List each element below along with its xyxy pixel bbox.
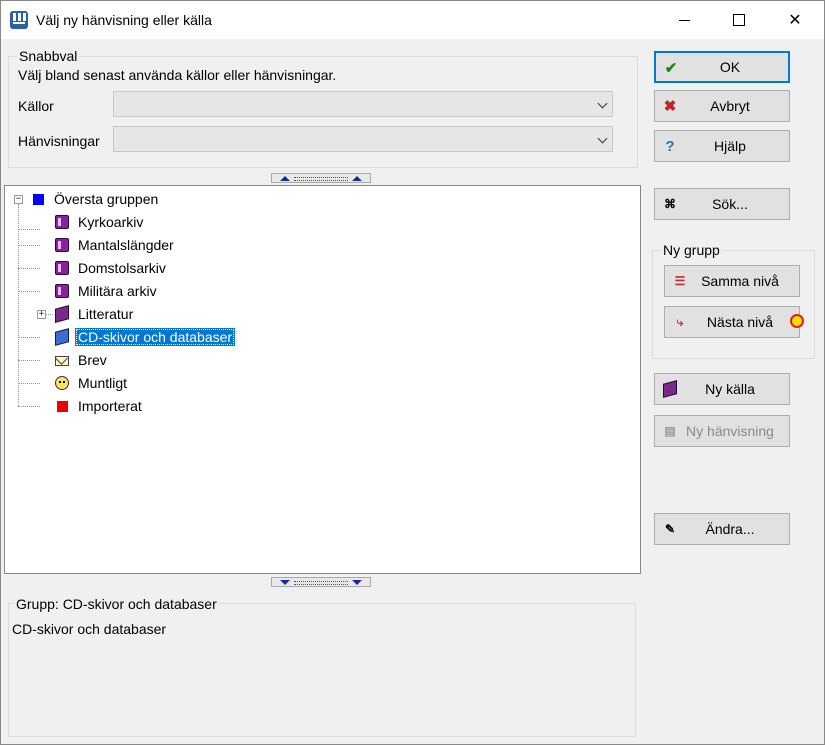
tree-line	[18, 204, 19, 406]
edit-button[interactable]: ✎ Ändra...	[654, 513, 790, 545]
cd-icon	[55, 328, 69, 346]
chevron-down-icon	[597, 133, 608, 144]
tree-node-selected[interactable]: CD-skivor och databaser	[55, 327, 236, 347]
snabbval-description: Välj bland senast använda källor eller h…	[18, 67, 337, 83]
books-icon	[55, 238, 69, 252]
tree-node[interactable]: Litteratur	[55, 304, 136, 324]
chevron-down-icon	[597, 98, 608, 109]
book-icon	[55, 305, 69, 323]
check-icon: ✔	[664, 60, 678, 77]
tree-node-label: Muntligt	[78, 375, 128, 391]
arrow-down-icon	[280, 580, 290, 585]
tree-node-label: Importerat	[78, 398, 142, 414]
tree-line	[18, 360, 40, 361]
dialog-window: Välj ny hänvisning eller källa ✕ Snabbva…	[0, 0, 825, 745]
window-title: Välj ny hänvisning eller källa	[36, 12, 212, 28]
tree-node[interactable]: Brev	[55, 350, 110, 370]
close-button[interactable]: ✕	[767, 1, 823, 39]
tree-node-label: Domstolsarkiv	[78, 260, 166, 276]
cancel-button[interactable]: ✖ Avbryt	[654, 90, 790, 122]
ny-grupp-legend: Ny grupp	[661, 242, 722, 258]
book-icon	[663, 380, 677, 398]
tree-node-label: Litteratur	[78, 306, 134, 322]
tree-node-label: Brev	[78, 352, 107, 368]
books-icon	[55, 215, 69, 229]
blue-square-icon	[33, 193, 44, 205]
tree-node-label: Mantalslängder	[78, 237, 174, 253]
close-icon: ✕	[788, 12, 802, 29]
collapse-icon[interactable]: −	[14, 195, 23, 204]
books-icon	[55, 261, 69, 275]
arrow-up-icon	[352, 176, 362, 181]
help-button[interactable]: ? Hjälp	[654, 130, 790, 162]
tree-node[interactable]: Importerat	[55, 396, 145, 416]
details-text: CD-skivor och databaser	[12, 621, 167, 637]
red-square-icon	[57, 400, 68, 412]
minimize-button[interactable]	[656, 1, 712, 39]
expand-icon[interactable]: +	[37, 310, 46, 319]
grip-icon	[294, 581, 348, 585]
envelope-icon	[55, 356, 69, 366]
same-level-icon: ☰	[674, 274, 686, 288]
tree-line	[18, 337, 40, 338]
tree-node[interactable]: Kyrkoarkiv	[55, 212, 146, 232]
document-icon: ▤	[664, 424, 676, 438]
next-level-button[interactable]: ⤷ Nästa nivå	[664, 306, 800, 338]
tree-line	[18, 245, 40, 246]
new-source-button[interactable]: Ny källa	[654, 373, 790, 405]
tree-node-label: Kyrkoarkiv	[78, 214, 144, 230]
title-bar: Välj ny hänvisning eller källa ✕	[1, 1, 824, 39]
tree-line	[18, 291, 40, 292]
tree-line	[18, 229, 40, 230]
tree-node[interactable]: Militära arkiv	[55, 281, 160, 301]
tree-node[interactable]: Muntligt	[55, 373, 130, 393]
tree-line	[45, 314, 53, 315]
top-splitter[interactable]	[271, 173, 371, 183]
app-icon	[10, 11, 28, 29]
tree-node-label: CD-skivor och databaser	[75, 328, 236, 346]
arrow-up-icon	[280, 176, 290, 181]
books-icon	[55, 284, 69, 298]
tree-node-label: Översta gruppen	[54, 191, 159, 207]
edit-icon: ✎	[664, 522, 676, 536]
maximize-button[interactable]	[711, 1, 767, 39]
tree-node[interactable]: Mantalslängder	[55, 235, 177, 255]
tree-node-root[interactable]: Översta gruppen	[31, 189, 161, 209]
next-level-icon: ⤷	[676, 314, 684, 329]
bottom-splitter[interactable]	[271, 577, 371, 587]
tree-line	[18, 406, 40, 407]
hanvisningar-combobox[interactable]	[113, 126, 613, 152]
grip-icon	[294, 177, 348, 181]
new-reference-button[interactable]: ▤ Ny hänvisning	[654, 415, 790, 447]
kallor-combobox[interactable]	[113, 91, 613, 117]
maximize-icon	[733, 14, 745, 26]
tree-node-label: Militära arkiv	[78, 283, 157, 299]
hanvisningar-label: Hänvisningar	[18, 133, 100, 149]
tree-line	[18, 383, 40, 384]
same-level-button[interactable]: ☰ Samma nivå	[664, 265, 800, 297]
book-icon-shape	[663, 380, 677, 398]
binoculars-icon: ⌘	[664, 197, 676, 211]
cursor-indicator-icon	[790, 314, 804, 328]
ok-button[interactable]: ✔ OK	[654, 51, 790, 83]
source-tree[interactable]: − Översta gruppen Kyrkoarkiv Mantalsläng…	[4, 185, 641, 574]
minimize-icon	[678, 19, 690, 21]
kallor-label: Källor	[18, 98, 54, 114]
tree-node[interactable]: Domstolsarkiv	[55, 258, 169, 278]
tree-line	[18, 268, 40, 269]
snabbval-legend: Snabbval	[17, 48, 80, 64]
arrow-down-icon	[352, 580, 362, 585]
search-button[interactable]: ⌘ Sök...	[654, 188, 790, 220]
x-icon: ✖	[663, 98, 677, 115]
face-icon	[55, 376, 69, 390]
details-legend: Grupp: CD-skivor och databaser	[14, 596, 219, 612]
question-icon: ?	[665, 137, 675, 155]
